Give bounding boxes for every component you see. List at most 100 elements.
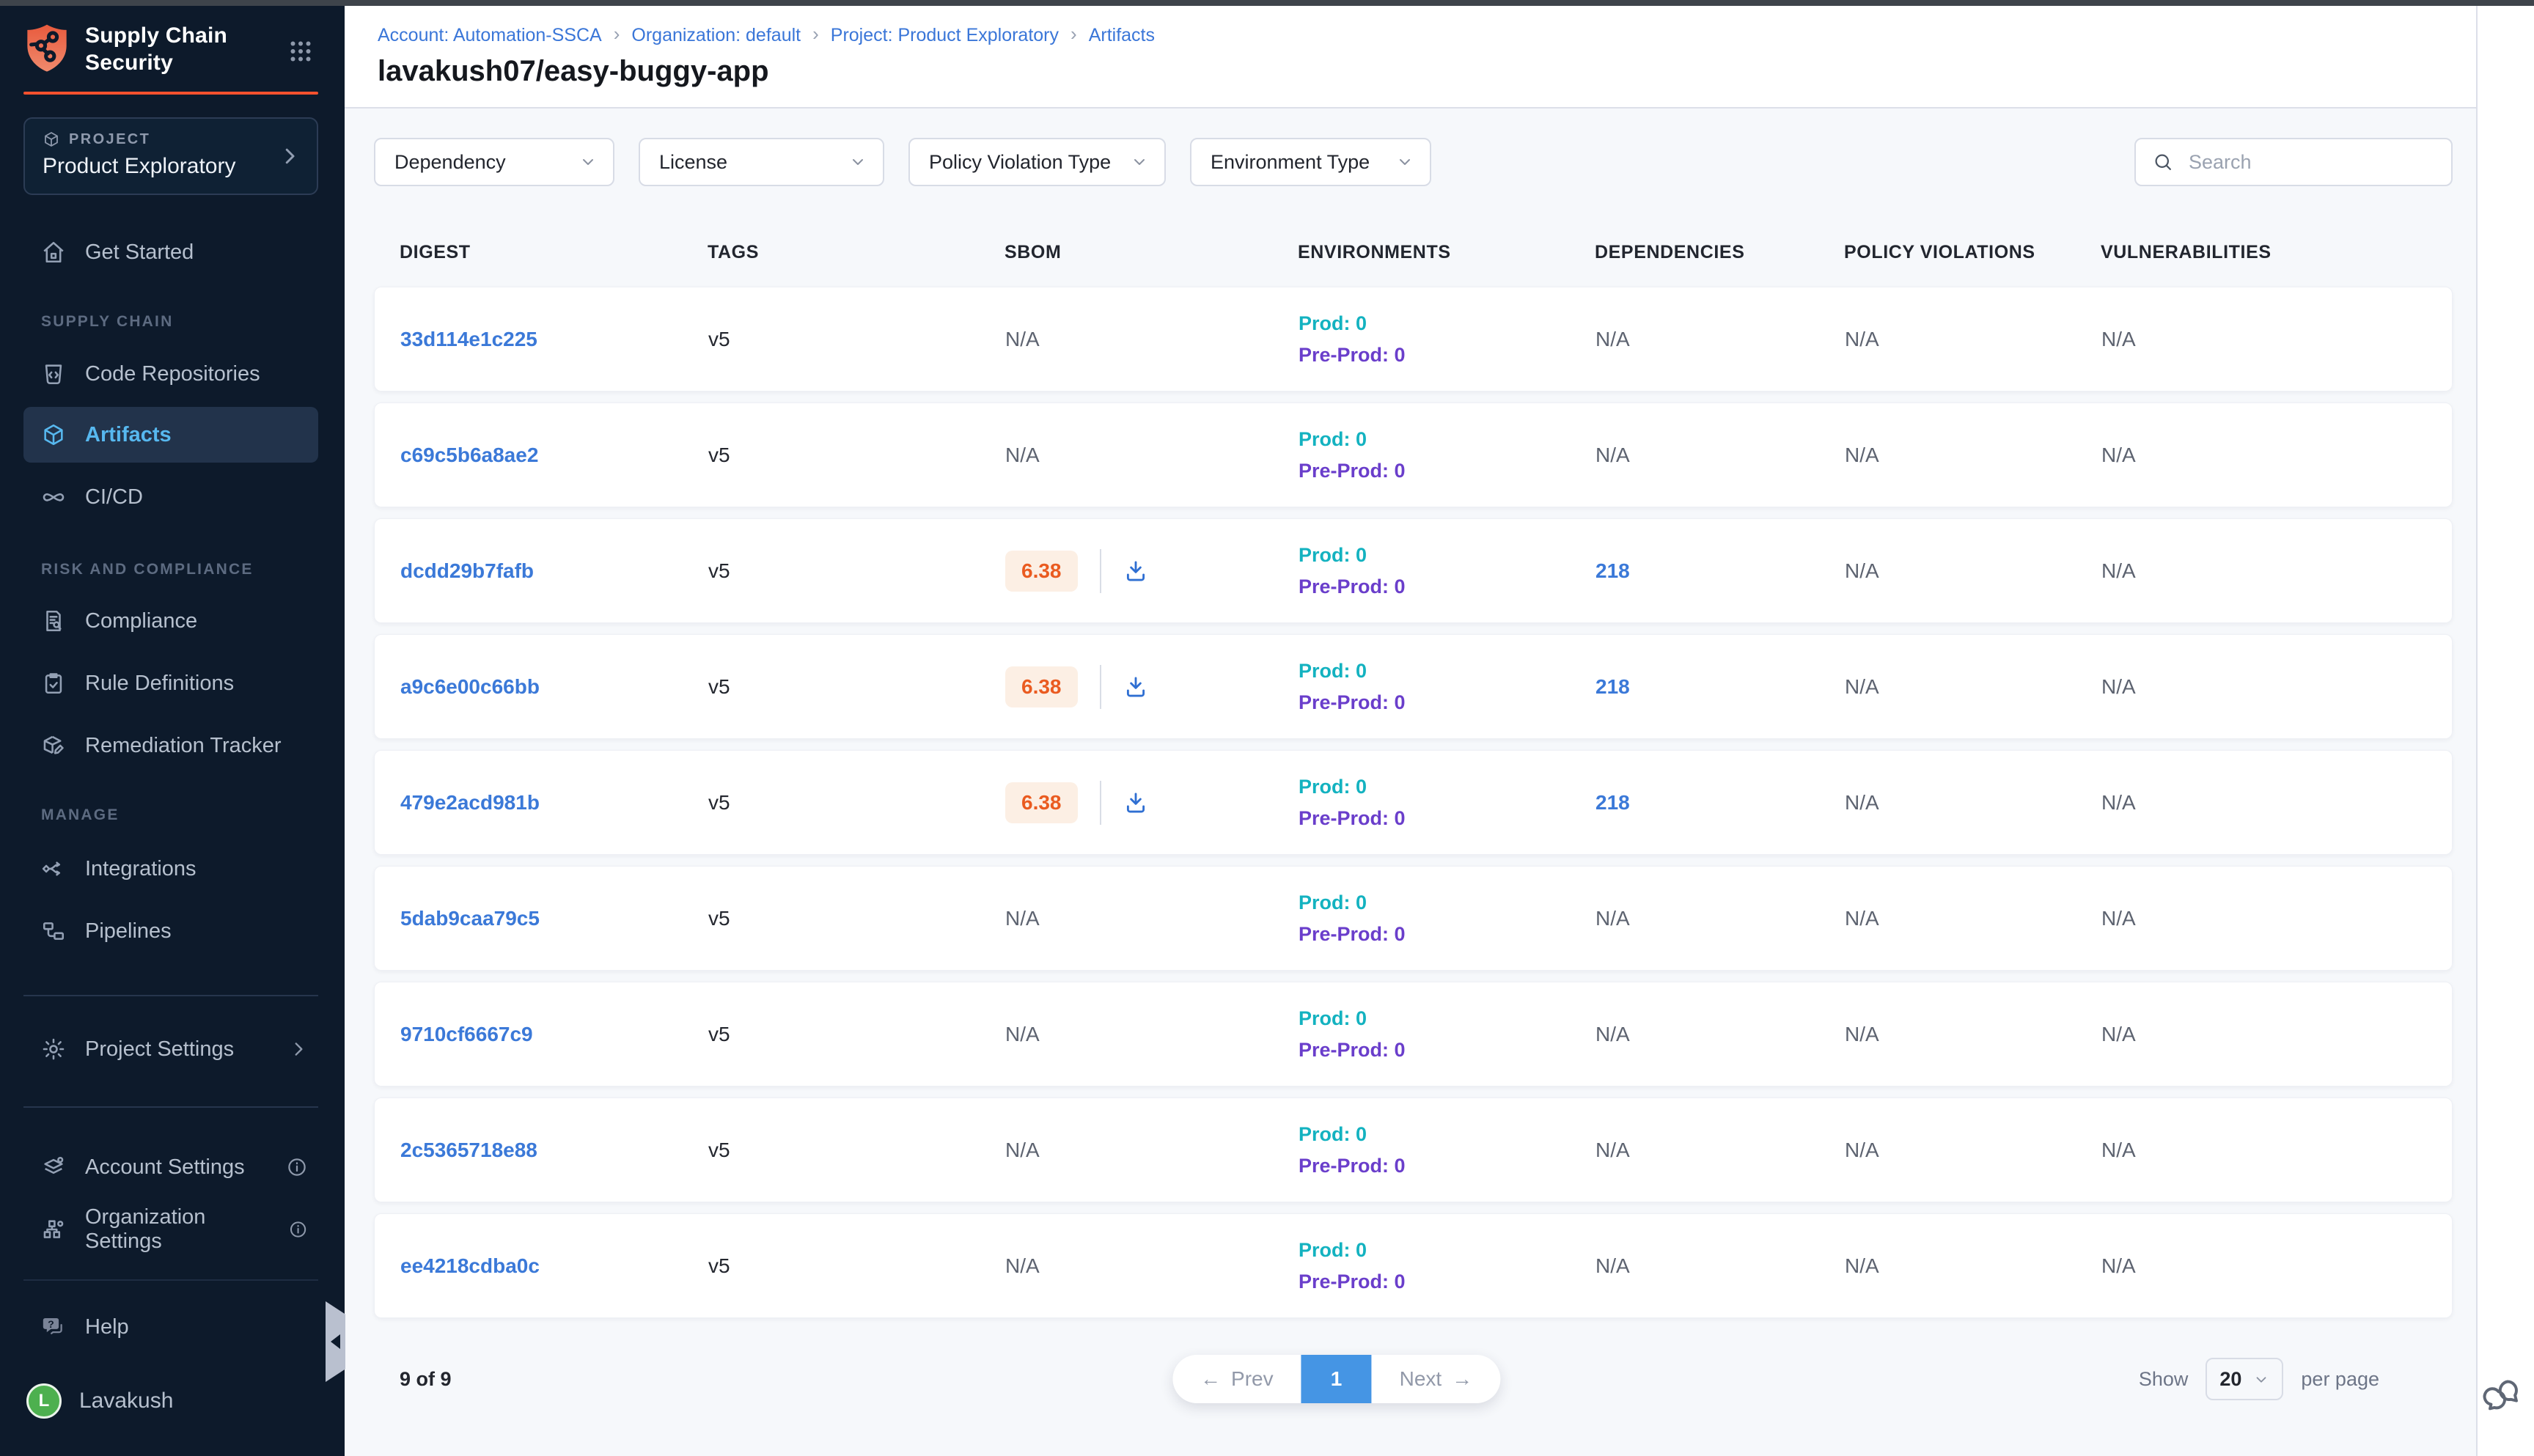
prod-count[interactable]: Prod: 0 — [1299, 428, 1595, 451]
download-sbom-icon[interactable] — [1123, 674, 1148, 699]
dependencies-value: N/A — [1595, 907, 1845, 930]
integrations-icon — [41, 856, 66, 881]
chevron-down-icon — [579, 153, 597, 171]
table-row: 5dab9caa79c5v5N/AProd: 0Pre-Prod: 0N/AN/… — [374, 866, 2453, 971]
info-icon — [288, 1218, 308, 1240]
sbom-value: N/A — [1005, 1139, 1040, 1162]
breadcrumb-organization[interactable]: Organization: default — [631, 25, 801, 46]
table-row: a9c6e00c66bbv56.38Prod: 0Pre-Prod: 0218N… — [374, 634, 2453, 739]
page-number-button[interactable]: 1 — [1301, 1355, 1372, 1403]
preprod-count[interactable]: Pre-Prod: 0 — [1299, 807, 1595, 830]
preprod-count[interactable]: Pre-Prod: 0 — [1299, 1271, 1595, 1293]
info-icon — [286, 1156, 308, 1178]
prod-count[interactable]: Prod: 0 — [1299, 544, 1595, 567]
section-label-risk-and-compliance: RISK AND COMPLIANCE — [41, 561, 254, 578]
digest-link[interactable]: a9c6e00c66bb — [400, 675, 708, 699]
policy-violations-value: N/A — [1845, 907, 2101, 930]
dependencies-link[interactable]: 218 — [1595, 791, 1845, 815]
preprod-count[interactable]: Pre-Prod: 0 — [1299, 1155, 1595, 1177]
sidebar-item-artifacts[interactable]: Artifacts — [23, 407, 318, 463]
project-selector[interactable]: PROJECT Product Exploratory — [23, 117, 318, 195]
sidebar-item-organization-settings[interactable]: Organization Settings — [23, 1204, 318, 1255]
preprod-count[interactable]: Pre-Prod: 0 — [1299, 1039, 1595, 1062]
sbom-cell: N/A — [1005, 444, 1299, 467]
next-page-button[interactable]: Next → — [1372, 1355, 1501, 1403]
sidebar-item-help[interactable]: ? Help — [23, 1301, 318, 1353]
dependencies-link[interactable]: 218 — [1595, 675, 1845, 699]
breadcrumb-separator: › — [1070, 23, 1077, 45]
dependencies-link[interactable]: 218 — [1595, 559, 1845, 583]
clipboard-check-icon — [41, 671, 66, 696]
environments-cell: Prod: 0 Pre-Prod: 0 — [1299, 891, 1595, 946]
prod-count[interactable]: Prod: 0 — [1299, 891, 1595, 914]
sidebar-collapse-handle[interactable] — [326, 1301, 345, 1382]
per-page-label: per page — [2301, 1368, 2379, 1391]
sidebar-item-pipelines[interactable]: Pipelines — [23, 905, 318, 957]
sidebar-item-compliance[interactable]: Compliance — [23, 595, 318, 647]
dependencies-value: N/A — [1595, 1254, 1845, 1278]
sidebar-item-integrations[interactable]: Integrations — [23, 843, 318, 894]
sidebar-item-cicd[interactable]: CI/CD — [23, 471, 318, 523]
prev-page-button[interactable]: ← Prev — [1172, 1355, 1301, 1403]
cube-icon — [41, 422, 66, 447]
sbom-value: N/A — [1005, 1254, 1040, 1278]
cube-icon — [43, 130, 60, 148]
digest-link[interactable]: ee4218cdba0c — [400, 1254, 708, 1278]
digest-link[interactable]: 479e2acd981b — [400, 791, 708, 815]
infinity-icon — [41, 485, 66, 510]
prod-count[interactable]: Prod: 0 — [1299, 660, 1595, 683]
chat-bubbles-icon[interactable] — [2483, 1374, 2524, 1415]
preprod-count[interactable]: Pre-Prod: 0 — [1299, 460, 1595, 482]
download-sbom-icon[interactable] — [1123, 790, 1148, 815]
sidebar-item-remediation-tracker[interactable]: Remediation Tracker — [23, 720, 318, 771]
search-box — [2134, 138, 2453, 186]
user-menu[interactable]: L Lavakush — [26, 1383, 173, 1419]
prod-count[interactable]: Prod: 0 — [1299, 776, 1595, 798]
table-row: 2c5365718e88v5N/AProd: 0Pre-Prod: 0N/AN/… — [374, 1097, 2453, 1202]
download-sbom-icon[interactable] — [1123, 559, 1148, 584]
page-count: 9 of 9 — [400, 1368, 452, 1391]
preprod-count[interactable]: Pre-Prod: 0 — [1299, 344, 1595, 367]
table-header: DIGEST TAGS SBOM ENVIRONMENTS DEPENDENCI… — [374, 242, 2453, 263]
divider — [1100, 665, 1101, 709]
sidebar-item-project-settings[interactable]: Project Settings — [23, 1023, 318, 1075]
sidebar-item-account-settings[interactable]: Account Settings — [23, 1141, 318, 1193]
app-grid-icon[interactable] — [287, 38, 314, 65]
vulnerabilities-value: N/A — [2101, 328, 2426, 351]
breadcrumb-artifacts[interactable]: Artifacts — [1089, 25, 1155, 46]
breadcrumb-project[interactable]: Project: Product Exploratory — [831, 25, 1059, 46]
vulnerabilities-value: N/A — [2101, 791, 2426, 815]
policy-violation-type-filter-dropdown[interactable]: Policy Violation Type — [908, 138, 1166, 186]
breadcrumb-separator: › — [812, 23, 819, 45]
digest-link[interactable]: dcdd29b7fafb — [400, 559, 708, 583]
digest-link[interactable]: 9710cf6667c9 — [400, 1023, 708, 1046]
preprod-count[interactable]: Pre-Prod: 0 — [1299, 691, 1595, 714]
preprod-count[interactable]: Pre-Prod: 0 — [1299, 923, 1595, 946]
sidebar-item-code-repositories[interactable]: Code Repositories — [23, 348, 318, 400]
page-size-control: Show 20 per page — [2139, 1358, 2379, 1400]
environments-cell: Prod: 0 Pre-Prod: 0 — [1299, 660, 1595, 714]
digest-link[interactable]: 5dab9caa79c5 — [400, 907, 708, 930]
environment-type-filter-dropdown[interactable]: Environment Type — [1190, 138, 1431, 186]
preprod-count[interactable]: Pre-Prod: 0 — [1299, 576, 1595, 598]
page-size-dropdown[interactable]: 20 — [2206, 1358, 2283, 1400]
sidebar-item-rule-definitions[interactable]: Rule Definitions — [23, 658, 318, 709]
prod-count[interactable]: Prod: 0 — [1299, 1007, 1595, 1030]
search-input[interactable] — [2187, 150, 2435, 174]
shield-logo-icon — [23, 23, 70, 76]
prod-count[interactable]: Prod: 0 — [1299, 312, 1595, 335]
dependency-filter-dropdown[interactable]: Dependency — [374, 138, 614, 186]
divider — [1100, 549, 1101, 593]
digest-link[interactable]: 33d114e1c225 — [400, 328, 708, 351]
table-row: dcdd29b7fafbv56.38Prod: 0Pre-Prod: 0218N… — [374, 518, 2453, 623]
sidebar-item-get-started[interactable]: Get Started — [23, 227, 318, 278]
digest-link[interactable]: c69c5b6a8ae2 — [400, 444, 708, 467]
digest-link[interactable]: 2c5365718e88 — [400, 1139, 708, 1162]
prod-count[interactable]: Prod: 0 — [1299, 1123, 1595, 1146]
license-filter-dropdown[interactable]: License — [639, 138, 884, 186]
breadcrumb-account[interactable]: Account: Automation-SSCA — [378, 25, 602, 46]
project-name: Product Exploratory — [43, 154, 299, 179]
vulnerabilities-value: N/A — [2101, 1023, 2426, 1046]
tag-value: v5 — [708, 907, 1005, 930]
prod-count[interactable]: Prod: 0 — [1299, 1239, 1595, 1262]
